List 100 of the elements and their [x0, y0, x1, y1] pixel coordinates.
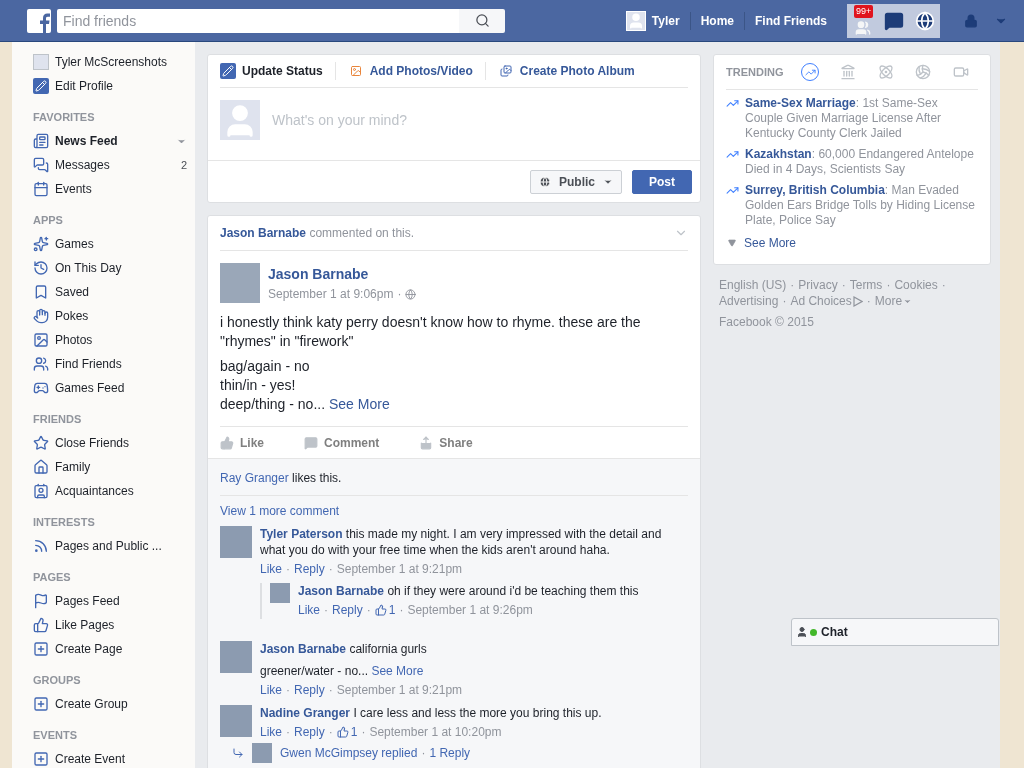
post-action-button[interactable]: Comment	[304, 433, 380, 452]
like-link[interactable]: Like	[298, 601, 320, 619]
trending-item[interactable]: Kazakhstan: 60,000 Endangered Antelope Died in 4 Days, Scientists Say	[745, 147, 978, 177]
liker-link[interactable]: Ray Granger	[220, 471, 289, 485]
star-icon	[33, 435, 49, 451]
profile-link[interactable]: Tyler	[651, 11, 690, 30]
reply-link[interactable]: Reply	[294, 681, 325, 699]
commenter-name[interactable]: Jason Barnabe	[260, 642, 347, 656]
search-field[interactable]: Find friends	[57, 8, 459, 33]
separator: ·	[328, 682, 333, 699]
like-link[interactable]: Like	[260, 560, 282, 578]
reply-link[interactable]: Reply	[294, 723, 325, 741]
topic-link[interactable]: Same-Sex Marriage	[745, 96, 856, 110]
pencil-icon	[220, 63, 236, 79]
person-icon	[796, 626, 808, 638]
trending-item[interactable]: Surrey, British Columbia: Man Evaded Golden Ears Bridge Tolls by Hiding License Plate, Police Say	[745, 183, 978, 228]
sidebar-item[interactable]: Games	[55, 235, 94, 253]
ball-icon[interactable]	[914, 63, 933, 81]
view-more-comments-link[interactable]: View 1 more comment	[220, 502, 688, 520]
lock-icon[interactable]	[964, 13, 978, 28]
sidebar-item[interactable]: Pages Feed	[55, 592, 120, 610]
post-action-button[interactable]: Like	[220, 433, 264, 452]
sidebar-item[interactable]: Messages	[55, 156, 110, 174]
actor-link[interactable]: Jason Barnabe	[220, 226, 307, 240]
sidebar-item[interactable]: Saved	[55, 283, 90, 301]
profile-avatar[interactable]	[625, 10, 646, 31]
comment-text: Tyler Paterson this made my night. I am very impressed with the detail and what you do with your free time when the kids aren't around haha.	[260, 526, 663, 558]
unread-count: 2	[180, 157, 187, 173]
replies-count-link[interactable]: 1 Reply	[429, 744, 471, 762]
separator: ·	[421, 745, 426, 762]
reply-link[interactable]: Reply	[332, 601, 363, 619]
see-more-link[interactable]: See More	[744, 234, 797, 252]
logo-icon[interactable]	[27, 8, 51, 33]
replies-link[interactable]: Gwen McGimpsey replied	[280, 744, 418, 762]
sidebar-item[interactable]: Tyler McScreenshots	[55, 53, 168, 71]
sidebar-item[interactable]: News Feed	[55, 132, 118, 150]
avatar-silhouette	[220, 100, 260, 140]
chat-bar[interactable]: Chat	[791, 618, 999, 646]
avatar-photo	[252, 743, 272, 763]
sidebar-item[interactable]: Edit Profile	[55, 77, 114, 95]
like-link[interactable]: Like	[260, 681, 282, 699]
privacy-button[interactable]: Public	[530, 169, 622, 194]
sidebar-item[interactable]: Find Friends	[55, 355, 122, 373]
see-more-link[interactable]: See More	[371, 664, 424, 678]
commenter-name[interactable]: Tyler Paterson	[260, 527, 343, 541]
commenter-name[interactable]: Nadine Granger	[260, 706, 351, 720]
topic-link[interactable]: Surrey, British Columbia	[745, 183, 885, 197]
ad-choices-icon	[852, 295, 863, 307]
sidebar-item[interactable]: Pokes	[55, 307, 89, 325]
sidebar-item[interactable]: Create Event	[55, 750, 126, 768]
like-link[interactable]: Like	[260, 723, 282, 741]
section-heading: FRIENDS	[33, 411, 82, 427]
plus-icon	[33, 751, 49, 767]
sidebar-item[interactable]: Acquaintances	[55, 482, 134, 500]
thumbs-up-icon	[336, 726, 349, 738]
chat-label: Chat	[821, 624, 848, 641]
plus-icon	[33, 641, 49, 657]
reply-link[interactable]: Reply	[294, 560, 325, 578]
comment-text: Jason Barnabe oh if they were around i'd be teaching them this	[298, 583, 640, 599]
sidebar-item[interactable]: Events	[55, 180, 92, 198]
clock-icon	[33, 260, 49, 276]
separator: ·	[286, 682, 290, 699]
like-count[interactable]: 1	[388, 601, 396, 619]
post-button[interactable]: Post	[632, 169, 692, 194]
composer-tab[interactable]: Add Photos/Video	[369, 62, 473, 80]
commenter-name[interactable]: Jason Barnabe	[298, 584, 385, 598]
rss-icon	[33, 538, 49, 554]
comment-text: Jason Barnabe california gurls	[260, 641, 428, 657]
thumbs-up-icon	[220, 435, 234, 450]
trending-item[interactable]: Same-Sex Marriage: 1st Same-Sex Couple Given Marriage License After Kentucky County Clerk Jailed	[745, 96, 978, 141]
status-input[interactable]: What's on your mind?	[272, 109, 688, 131]
post-action-button[interactable]: Share	[419, 433, 473, 452]
sidebar-item[interactable]: Create Page	[55, 640, 123, 658]
sidebar-item[interactable]: Close Friends	[55, 434, 130, 452]
profile-avatar	[33, 54, 49, 70]
sidebar-item[interactable]: Like Pages	[55, 616, 115, 634]
sidebar-item[interactable]: Photos	[55, 331, 93, 349]
sidebar-item[interactable]: Games Feed	[55, 379, 125, 397]
composer-tab[interactable]: Create Photo Album	[519, 62, 635, 80]
nav-link[interactable]: Home	[689, 11, 744, 30]
topic-link[interactable]: Kazakhstan	[745, 147, 812, 161]
landmark-icon[interactable]	[839, 63, 858, 81]
sparkles-icon	[33, 236, 49, 252]
like-count[interactable]: 1	[350, 723, 358, 741]
sidebar-item[interactable]: Family	[55, 458, 91, 476]
sidebar-item[interactable]: On This Day	[55, 259, 122, 277]
see-more-link[interactable]: See More	[328, 396, 390, 412]
composer-tab[interactable]: Update Status	[242, 62, 323, 80]
section-heading: EVENTS	[33, 727, 77, 743]
nav-link[interactable]: Find Friends	[744, 11, 837, 30]
bookmark-icon	[33, 284, 49, 300]
separator: ·	[397, 286, 402, 303]
author-name[interactable]: Jason Barnabe	[268, 265, 417, 283]
section-heading: APPS	[33, 212, 63, 228]
search-button[interactable]	[459, 8, 505, 33]
sidebar-item[interactable]: Pages and Public ...	[55, 537, 162, 555]
atom-icon[interactable]	[876, 63, 895, 81]
sidebar-item[interactable]: Create Group	[55, 695, 128, 713]
separator: ·	[286, 561, 290, 578]
separator: ·	[941, 277, 946, 293]
